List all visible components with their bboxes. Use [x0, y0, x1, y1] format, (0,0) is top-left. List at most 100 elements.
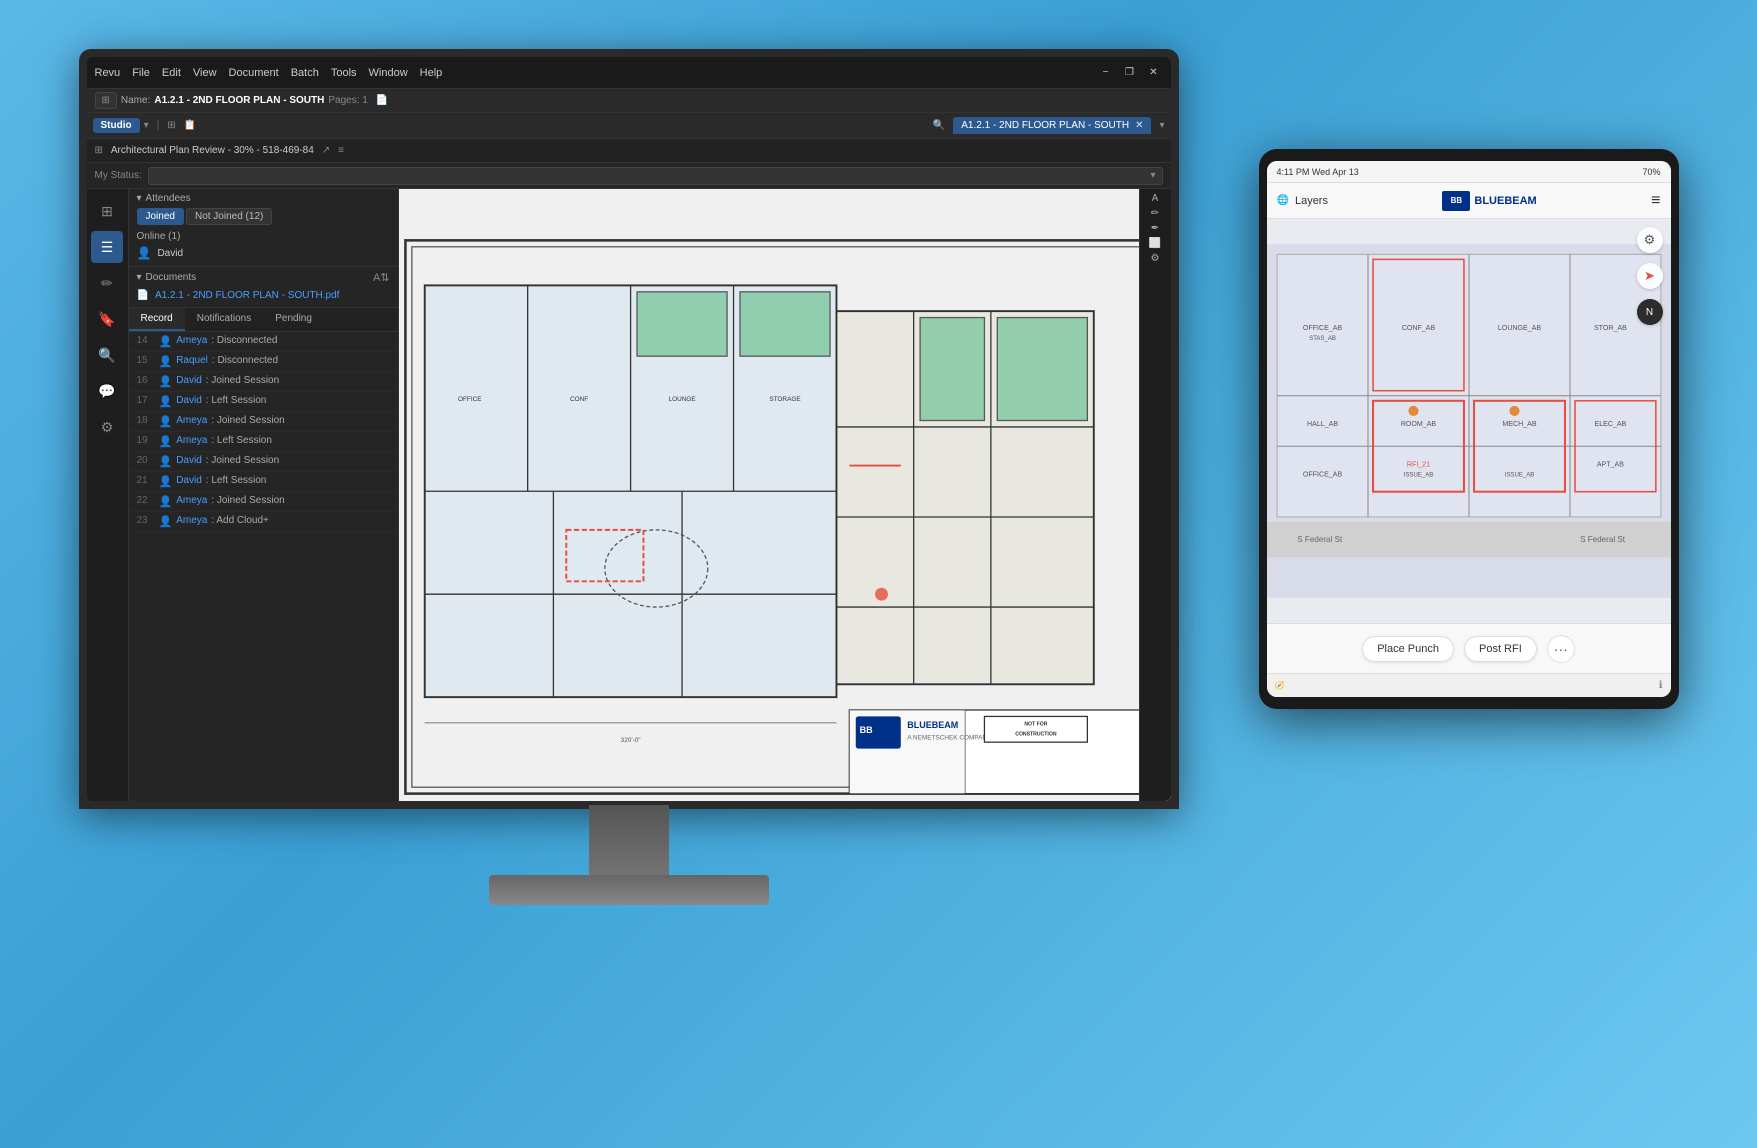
- notifications-tab[interactable]: Notifications: [185, 308, 263, 331]
- sidebar-bookmark-icon[interactable]: 🔖: [91, 303, 123, 335]
- studio-icon1[interactable]: ⊞: [167, 120, 175, 131]
- svg-text:CONF: CONF: [570, 396, 588, 403]
- tablet-footer-info-icon[interactable]: ℹ: [1659, 680, 1663, 691]
- file-name-text: A1.2.1 - 2ND FLOOR PLAN - SOUTH: [154, 95, 324, 106]
- svg-text:STORAGE: STORAGE: [769, 396, 800, 403]
- menu-document[interactable]: Document: [229, 67, 279, 79]
- sidebar-search-icon[interactable]: 🔍: [91, 339, 123, 371]
- svg-text:STOR_AB: STOR_AB: [1593, 325, 1626, 332]
- record-list-item: 20 👤 David : Joined Session: [129, 452, 398, 472]
- svg-text:HALL_AB: HALL_AB: [1307, 421, 1338, 428]
- status-dropdown[interactable]: ▾: [148, 167, 1163, 185]
- active-tab[interactable]: A1.2.1 - 2ND FLOOR PLAN - SOUTH ✕: [953, 117, 1151, 134]
- layers-globe-icon: 🌐: [1277, 195, 1289, 206]
- menu-revu[interactable]: Revu: [95, 67, 121, 79]
- svg-text:S Federal St: S Federal St: [1580, 535, 1626, 544]
- post-rfi-button[interactable]: Post RFI: [1464, 636, 1537, 662]
- rt-shape-icon[interactable]: ⬜: [1149, 238, 1161, 249]
- tablet-blueprint-canvas[interactable]: OFFICE_AB STAS_AB CONF_AB LOUNGE_AB STOR…: [1267, 219, 1671, 623]
- rt-pen-icon[interactable]: ✏: [1151, 208, 1159, 219]
- sidebar-settings-icon[interactable]: ⚙: [91, 411, 123, 443]
- svg-text:BB: BB: [859, 725, 872, 735]
- tablet-nav-left: 🌐 Layers: [1277, 195, 1328, 207]
- studio-dropdown[interactable]: Studio ▾: [93, 118, 149, 133]
- pending-tab[interactable]: Pending: [263, 308, 324, 331]
- menu-help[interactable]: Help: [420, 67, 443, 79]
- svg-text:S Federal St: S Federal St: [1297, 535, 1343, 544]
- attendee-user-icon: 👤: [137, 246, 152, 260]
- rt-a-icon[interactable]: A: [1152, 193, 1159, 204]
- record-tab[interactable]: Record: [129, 308, 185, 331]
- record-item-action: : Disconnected: [212, 355, 278, 366]
- record-list-item: 23 👤 Ameya : Add Cloud+: [129, 512, 398, 532]
- minimize-button[interactable]: −: [1097, 64, 1115, 82]
- rt-pencil-icon[interactable]: ✒: [1151, 223, 1159, 234]
- menu-view[interactable]: View: [193, 67, 217, 79]
- rt-gear-icon[interactable]: ⚙: [1151, 253, 1160, 264]
- tablet-compass-icon[interactable]: ➤: [1637, 263, 1663, 289]
- blueprint-canvas[interactable]: BB BLUEBEAM A NEMETSCHEK COMPANY: [399, 189, 1171, 801]
- menu-tools[interactable]: Tools: [331, 67, 357, 79]
- plan-share-icon[interactable]: ↗: [322, 145, 330, 156]
- not-joined-tab-button[interactable]: Not Joined (12): [186, 208, 272, 225]
- bluebeam-logo: BB BLUEBEAM: [1442, 191, 1536, 211]
- plan-more-icon[interactable]: ≡: [338, 145, 344, 156]
- tab-dropdown-icon[interactable]: ▾: [1159, 120, 1164, 131]
- menu-batch[interactable]: Batch: [291, 67, 319, 79]
- maximize-button[interactable]: ❐: [1121, 64, 1139, 82]
- tablet-settings-icon[interactable]: ⚙: [1637, 227, 1663, 253]
- studio-panel: ▾ Attendees Joined Not Joined (12) Onlin…: [129, 189, 399, 801]
- studio-search-icon[interactable]: 🔍: [933, 120, 945, 131]
- tab-close-icon[interactable]: ✕: [1135, 120, 1143, 131]
- studio-bar: Studio ▾ | ⊞ 📋 🔍 A1.2.1 - 2ND FLOOR PLAN…: [87, 113, 1171, 139]
- svg-text:LOUNGE: LOUNGE: [668, 396, 695, 403]
- layers-label: Layers: [1295, 195, 1328, 207]
- sidebar-layers-icon[interactable]: ☰: [91, 231, 123, 263]
- record-item-action: : Left Session: [206, 475, 267, 486]
- docs-label: Documents: [146, 272, 197, 283]
- more-options-button[interactable]: ···: [1547, 635, 1575, 663]
- record-item-icon: 👤: [159, 355, 173, 368]
- svg-text:STAS_AB: STAS_AB: [1309, 336, 1336, 342]
- place-punch-button[interactable]: Place Punch: [1362, 636, 1454, 662]
- record-item-user: Ameya: [176, 435, 207, 446]
- tablet-menu-icon[interactable]: ≡: [1651, 192, 1660, 210]
- online-label: Online (1): [137, 229, 390, 244]
- record-item-icon: 👤: [159, 335, 173, 348]
- tablet-device: 4:11 PM Wed Apr 13 70% 🌐 Layers BB BLUEB…: [1259, 149, 1679, 709]
- main-layout: ⊞ ☰ ✏ 🔖 🔍 💬 ⚙ ☰: [87, 189, 1171, 801]
- svg-text:ELEC_AB: ELEC_AB: [1594, 421, 1626, 428]
- menu-window[interactable]: Window: [369, 67, 408, 79]
- document-item[interactable]: 📄 A1.2.1 - 2ND FLOOR PLAN - SOUTH.pdf: [137, 288, 390, 303]
- record-list-item: 17 👤 David : Left Session: [129, 392, 398, 412]
- svg-text:OFFICE_AB: OFFICE_AB: [1302, 472, 1342, 479]
- record-item-user: David: [176, 455, 202, 466]
- record-item-action: : Left Session: [206, 395, 267, 406]
- record-item-action: : Joined Session: [211, 495, 284, 506]
- status-chevron-icon: ▾: [1150, 170, 1155, 181]
- record-item-action: : Joined Session: [211, 415, 284, 426]
- documents-section: ▾ Documents A⇅ 📄 A1.2.1 - 2ND FLOOR PLAN…: [129, 267, 398, 308]
- sidebar-comment-icon[interactable]: 💬: [91, 375, 123, 407]
- sidebar-markup-icon[interactable]: ✏: [91, 267, 123, 299]
- tablet-bottom-bar: Place Punch Post RFI ···: [1267, 623, 1671, 673]
- record-item-user: Ameya: [176, 515, 207, 526]
- menu-file[interactable]: File: [132, 67, 150, 79]
- studio-icon2[interactable]: 📋: [184, 120, 196, 131]
- sidebar-home-icon[interactable]: ⊞: [91, 195, 123, 227]
- record-item-num: 22: [137, 495, 155, 506]
- docs-sort-icon[interactable]: A⇅: [373, 271, 390, 284]
- pages-label: Pages: 1: [328, 95, 367, 106]
- close-button[interactable]: ✕: [1145, 64, 1163, 82]
- svg-text:OFFICE: OFFICE: [457, 396, 481, 403]
- svg-text:OFFICE_AB: OFFICE_AB: [1302, 325, 1342, 332]
- record-item-action: : Joined Session: [206, 375, 279, 386]
- record-item-icon: 👤: [159, 375, 173, 388]
- joined-tab-button[interactable]: Joined: [137, 208, 184, 225]
- blueprint-svg: BB BLUEBEAM A NEMETSCHEK COMPANY: [399, 189, 1171, 801]
- tablet-map-icon[interactable]: N: [1637, 299, 1663, 325]
- docs-header: ▾ Documents A⇅: [137, 271, 390, 284]
- studio-chevron-icon: ▾: [144, 120, 149, 131]
- record-item-icon: 👤: [159, 395, 173, 408]
- menu-edit[interactable]: Edit: [162, 67, 181, 79]
